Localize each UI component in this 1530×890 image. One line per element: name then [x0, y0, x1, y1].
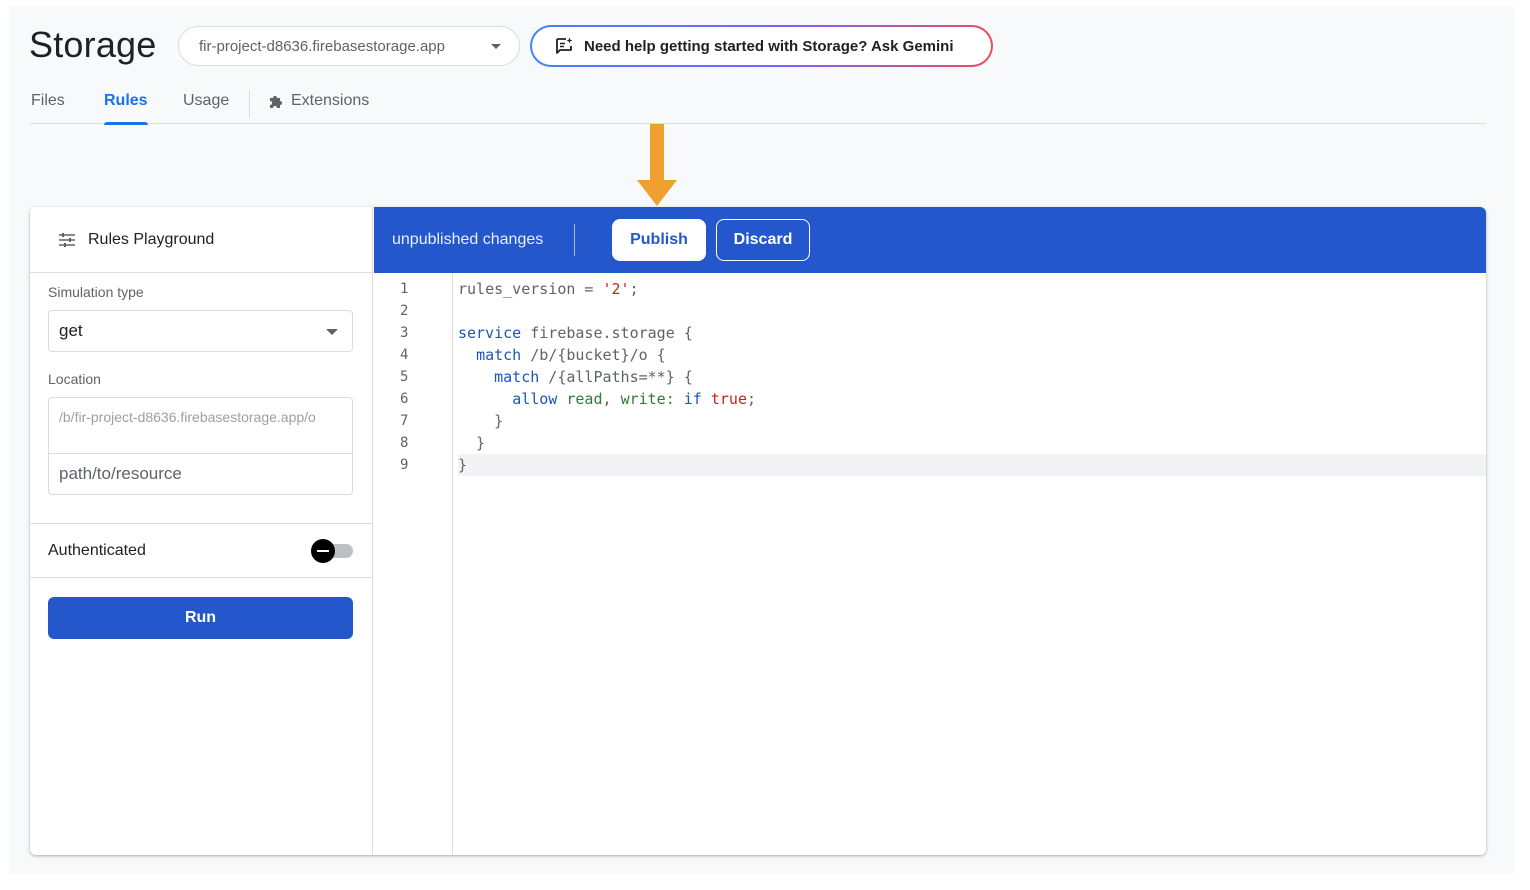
code-line-8: } — [458, 432, 1486, 454]
code-line-1: rules_version = '2'; — [458, 278, 1486, 300]
toggle-knob — [311, 539, 335, 563]
tab-files[interactable]: Files — [31, 92, 65, 124]
location-label: Location — [48, 371, 101, 387]
code-token: service — [458, 324, 522, 342]
code-token: } — [458, 412, 504, 430]
code-line-6: allow read, write: if true; — [458, 388, 1486, 410]
code-token: : — [665, 390, 684, 408]
tune-icon — [59, 232, 75, 247]
caret-down-icon — [326, 329, 338, 335]
code-line-5: match /{allPaths=**} { — [458, 366, 1486, 388]
code-token: read — [566, 390, 603, 408]
gemini-prompt-label: Need help getting started with Storage? … — [584, 37, 954, 55]
simulation-type-select[interactable]: get — [48, 310, 353, 352]
line-number: 9 — [400, 457, 409, 473]
discard-button[interactable]: Discard — [716, 219, 810, 261]
rules-card: Rules Playground Simulation type get Loc… — [30, 207, 1486, 855]
code-line-9: } — [458, 454, 1486, 476]
tab-divider — [249, 90, 250, 118]
authenticated-label: Authenticated — [48, 541, 146, 559]
authenticated-row: Authenticated — [30, 523, 372, 578]
line-number: 1 — [400, 281, 409, 297]
authenticated-toggle[interactable] — [311, 539, 353, 563]
code-token: write — [620, 390, 666, 408]
playground-header[interactable]: Rules Playground — [30, 207, 372, 273]
code-line-3: service firebase.storage { — [458, 322, 1486, 344]
code-token: ; — [629, 280, 639, 298]
publish-button[interactable]: Publish — [612, 219, 706, 261]
code-token: match — [476, 346, 522, 364]
code-token: } — [458, 456, 468, 474]
ask-gemini-button[interactable]: Need help getting started with Storage? … — [530, 25, 993, 67]
simulation-type-label: Simulation type — [48, 284, 144, 300]
line-number: 4 — [400, 347, 409, 363]
playground-title: Rules Playground — [88, 230, 215, 248]
puzzle-icon — [270, 96, 282, 108]
bucket-name: fir-project-d8636.firebasestorage.app — [199, 37, 445, 55]
caret-down-icon — [491, 44, 501, 49]
code-token: , — [602, 390, 621, 408]
code-token: /{allPaths=**} { — [539, 368, 693, 386]
line-number: 6 — [400, 391, 409, 407]
editor-toolbar: unpublished changes Publish Discard — [374, 207, 1486, 273]
line-number-gutter: 1 2 3 4 5 6 7 8 9 — [374, 273, 453, 855]
page-title: Storage — [29, 24, 157, 65]
code-line-7: } — [458, 410, 1486, 432]
gemini-spark-icon — [556, 37, 573, 54]
annotation-arrow-icon — [637, 124, 677, 206]
tab-rules[interactable]: Rules — [104, 92, 148, 125]
code-token: firebase.storage { — [521, 324, 693, 342]
page: Storage fir-project-d8636.firebasestorag… — [10, 6, 1514, 874]
line-number: 2 — [400, 303, 409, 319]
tab-extensions[interactable]: Extensions — [268, 92, 369, 124]
line-number: 3 — [400, 325, 409, 341]
location-path-input[interactable] — [49, 454, 352, 494]
code-token: } — [458, 434, 486, 452]
code-token: true — [710, 390, 747, 408]
line-number: 7 — [400, 413, 409, 429]
code-token: if — [683, 390, 702, 408]
location-prefix: /b/fir-project-d8636.firebasestorage.app… — [49, 398, 352, 454]
code-token: match — [494, 368, 540, 386]
bucket-select[interactable]: fir-project-d8636.firebasestorage.app — [178, 26, 520, 66]
run-button[interactable]: Run — [48, 597, 353, 639]
code-editor[interactable]: rules_version = '2'; service firebase.st… — [454, 273, 1486, 855]
simulation-type-value: get — [59, 321, 83, 340]
code-token: ; — [747, 390, 757, 408]
code-token: allow — [512, 390, 558, 408]
unpublished-status: unpublished changes — [392, 231, 544, 248]
line-number: 5 — [400, 369, 409, 385]
tab-usage[interactable]: Usage — [183, 92, 229, 124]
code-token: '2' — [602, 280, 630, 298]
location-field: /b/fir-project-d8636.firebasestorage.app… — [48, 397, 353, 495]
tab-extensions-label: Extensions — [291, 92, 370, 109]
rules-playground-panel: Rules Playground Simulation type get Loc… — [30, 207, 373, 855]
code-token: /b/{bucket}/o { — [521, 346, 666, 364]
code-token: rules_version = — [458, 280, 603, 298]
toolbar-divider — [574, 224, 575, 256]
code-line-4: match /b/{bucket}/o { — [458, 344, 1486, 366]
line-number: 8 — [400, 435, 409, 451]
tab-bar: Files Rules Usage Extensions — [30, 90, 1486, 125]
